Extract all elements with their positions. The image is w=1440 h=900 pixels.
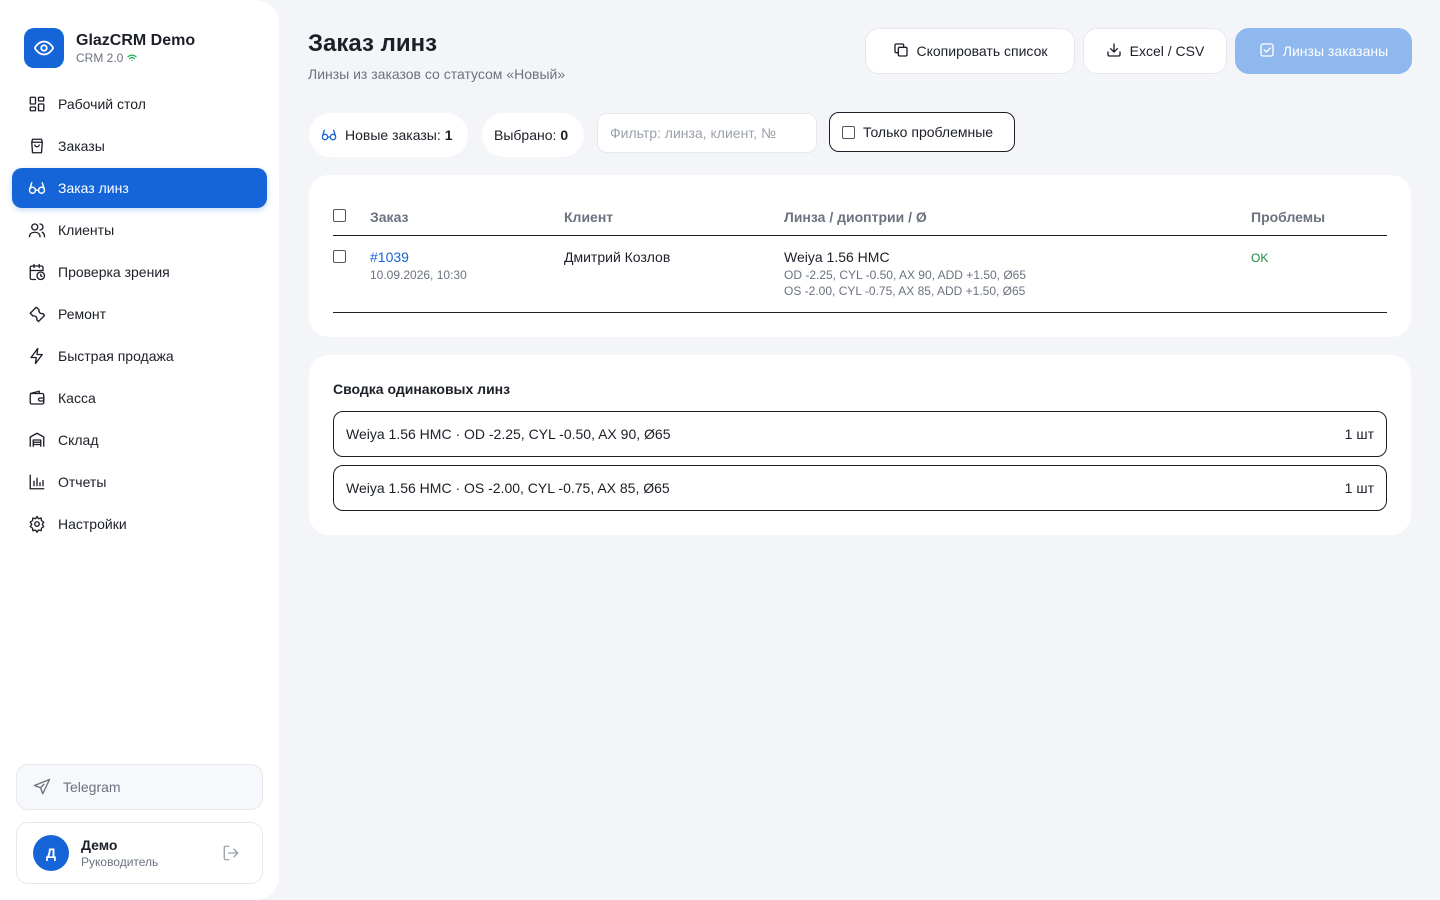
sidebar-item-label: Склад [58, 432, 99, 448]
sidebar-item-reports[interactable]: Отчеты [12, 462, 267, 502]
selected-count: 0 [560, 127, 569, 143]
glasses-icon [28, 179, 46, 197]
export-excel-label: Excel / CSV [1129, 43, 1205, 59]
copy-list-button[interactable]: Скопировать список [865, 28, 1075, 74]
problems-only-checkbox[interactable] [842, 125, 855, 139]
lens-od-params: OD -2.25, CYL -0.50, AX 90, ADD +1.50, Ø… [784, 268, 1027, 282]
selected-badge: Выбрано: 0 [482, 113, 584, 157]
sidebar-nav: Рабочий стол Заказы Заказ линз Клиенты П… [12, 84, 267, 546]
lens-summary: Сводка одинаковых линз Weiya 1.56 HMC · … [309, 355, 1411, 535]
glasses-icon [321, 127, 337, 143]
sidebar-item-settings[interactable]: Настройки [12, 504, 267, 544]
new-orders-label: Новые заказы: [345, 127, 441, 143]
sidebar-item-orders[interactable]: Заказы [12, 126, 267, 166]
column-header-order: Заказ [370, 209, 409, 225]
dashboard-icon [28, 95, 46, 113]
copy-icon [893, 42, 909, 61]
sidebar-item-label: Проверка зрения [58, 264, 170, 280]
page-title: Заказ линз [308, 30, 438, 57]
sidebar-item-clients[interactable]: Клиенты [12, 210, 267, 250]
column-header-problems: Проблемы [1251, 209, 1326, 225]
summary-qty: 1 шт [1344, 480, 1374, 496]
sidebar-item-label: Настройки [58, 516, 127, 532]
lens-orders-table: Заказ Клиент Линза / диоптрии / Ø Пробле… [309, 175, 1411, 337]
eye-icon [24, 28, 64, 68]
sidebar-item-dashboard[interactable]: Рабочий стол [12, 84, 267, 124]
lenses-ordered-button[interactable]: Линзы заказаны [1235, 28, 1412, 74]
summary-item: Weiya 1.56 HMC · OD -2.25, CYL -0.50, AX… [333, 411, 1387, 457]
new-orders-badge: Новые заказы: 1 [309, 113, 468, 157]
user-card: Д Демо Руководитель [16, 822, 263, 884]
export-excel-button[interactable]: Excel / CSV [1083, 28, 1227, 74]
row-divider [333, 312, 1387, 313]
avatar: Д [33, 835, 69, 871]
brand: GlazCRM Demo CRM 2.0 [24, 28, 195, 68]
lightning-icon [28, 347, 46, 365]
summary-lens: Weiya 1.56 HMC · OD -2.25, CYL -0.50, AX… [346, 426, 671, 442]
lens-name: Weiya 1.56 HMC [784, 249, 890, 265]
sidebar-item-label: Касса [58, 390, 96, 406]
send-icon [33, 778, 51, 796]
bar-chart-icon [28, 473, 46, 491]
sidebar-item-quick-sale[interactable]: Быстрая продажа [12, 336, 267, 376]
order-number-link[interactable]: #1039 [370, 249, 409, 265]
warehouse-icon [28, 431, 46, 449]
wallet-icon [28, 389, 46, 407]
summary-qty: 1 шт [1344, 426, 1374, 442]
lens-os-params: OS -2.00, CYL -0.75, AX 85, ADD +1.50, Ø… [784, 284, 1026, 298]
brand-name: GlazCRM Demo [76, 32, 196, 49]
sidebar-item-eye-exam[interactable]: Проверка зрения [12, 252, 267, 292]
users-icon [28, 221, 46, 239]
sidebar-item-label: Заказ линз [58, 180, 129, 196]
user-role: Руководитель [81, 855, 159, 869]
gear-icon [28, 515, 46, 533]
selected-label: Выбрано: [494, 127, 557, 143]
header-divider [333, 235, 1387, 236]
sidebar-item-label: Отчеты [58, 474, 107, 490]
shopping-bag-icon [28, 137, 46, 155]
sidebar-item-repair[interactable]: Ремонт [12, 294, 267, 334]
sidebar-item-label: Рабочий стол [58, 96, 146, 112]
sidebar-item-lens-order[interactable]: Заказ линз [12, 168, 267, 208]
checkbox-icon [1259, 42, 1275, 61]
sidebar-item-label: Клиенты [58, 222, 115, 238]
download-icon [1106, 42, 1122, 61]
problems-status: OK [1251, 251, 1269, 265]
sidebar-item-cash[interactable]: Касса [12, 378, 267, 418]
order-date: 10.09.2026, 10:30 [370, 268, 467, 282]
user-name: Демо [81, 837, 118, 853]
sidebar: GlazCRM Demo CRM 2.0 Рабочий стол Заказы [0, 0, 279, 900]
client-name: Дмитрий Козлов [564, 249, 671, 265]
filter-input[interactable] [597, 113, 817, 153]
problems-only-label: Только проблемные [863, 124, 994, 140]
telegram-label: Telegram [63, 779, 121, 795]
calendar-clock-icon [28, 263, 46, 281]
wrench-icon [28, 305, 46, 323]
new-orders-count: 1 [444, 127, 453, 143]
row-checkbox[interactable] [333, 250, 346, 263]
page-subtitle: Линзы из заказов со статусом «Новый» [308, 66, 566, 82]
column-header-client: Клиент [564, 209, 614, 225]
telegram-button[interactable]: Telegram [16, 764, 263, 810]
summary-title: Сводка одинаковых линз [333, 381, 511, 397]
sidebar-item-label: Быстрая продажа [58, 348, 174, 364]
summary-lens: Weiya 1.56 HMC · OS -2.00, CYL -0.75, AX… [346, 480, 670, 496]
logout-icon[interactable] [222, 844, 240, 862]
column-header-lens: Линза / диоптрии / Ø [784, 209, 927, 225]
lenses-ordered-label: Линзы заказаны [1282, 43, 1389, 59]
copy-list-label: Скопировать список [916, 43, 1048, 59]
select-all-checkbox[interactable] [333, 209, 346, 222]
sidebar-item-label: Ремонт [58, 306, 107, 322]
brand-version: CRM 2.0 [76, 51, 124, 65]
sidebar-item-label: Заказы [58, 138, 105, 154]
summary-item: Weiya 1.56 HMC · OS -2.00, CYL -0.75, AX… [333, 465, 1387, 511]
sidebar-item-warehouse[interactable]: Склад [12, 420, 267, 460]
problems-only-toggle[interactable]: Только проблемные [829, 112, 1015, 152]
wifi-icon [127, 51, 137, 65]
